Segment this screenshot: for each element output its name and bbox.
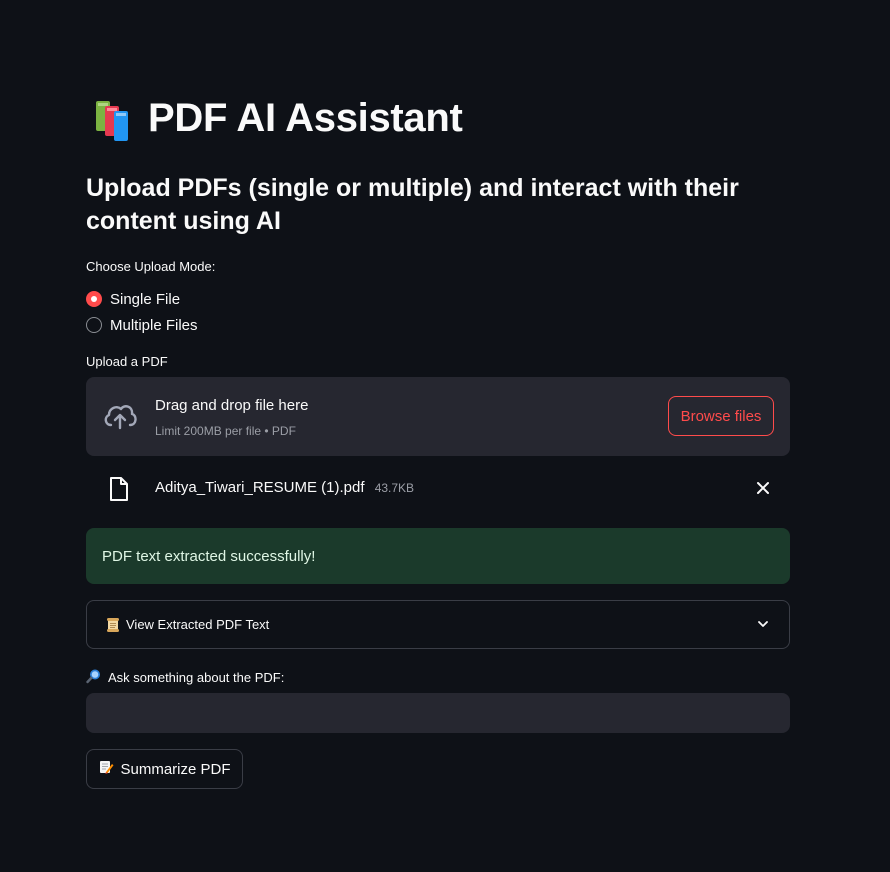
page-subtitle: Upload PDFs (single or multiple) and int… <box>86 174 739 235</box>
expander-label: View Extracted PDF Text <box>126 617 270 632</box>
radio-single-file[interactable]: Single File <box>86 286 198 312</box>
dropzone-hint: Limit 200MB per file • PDF <box>155 424 296 438</box>
file-size: 43.7KB <box>374 481 415 495</box>
upload-mode-label: Choose Upload Mode: <box>86 259 216 274</box>
summarize-label: Summarize PDF <box>120 760 231 778</box>
question-label-text: Ask something about the PDF: <box>108 670 285 685</box>
question-input[interactable] <box>86 693 790 733</box>
close-icon[interactable] <box>754 479 772 497</box>
radio-multiple-files[interactable]: Multiple Files <box>86 312 198 338</box>
radio-label: Multiple Files <box>110 316 198 334</box>
file-icon <box>108 476 130 502</box>
summarize-button[interactable]: Summarize PDF <box>86 749 243 789</box>
scroll-emoji-icon <box>105 617 121 633</box>
radio-label: Single File <box>110 290 181 308</box>
browse-files-button[interactable]: Browse files <box>668 396 774 436</box>
uploaded-file-name: Aditya_Tiwari_RESUME (1).pdf 43.7KB <box>155 479 414 496</box>
uploader-label: Upload a PDF <box>86 354 168 369</box>
dropzone-title: Drag and drop file here <box>155 397 309 414</box>
memo-emoji-icon <box>98 759 114 779</box>
chevron-down-icon <box>756 617 770 631</box>
success-alert: PDF text extracted successfully! <box>86 528 790 584</box>
uploaded-file-row: Aditya_Tiwari_RESUME (1).pdf 43.7KB <box>86 472 790 504</box>
cloud-upload-icon <box>102 400 138 432</box>
magnifier-emoji-icon <box>86 668 102 687</box>
title-text: PDF AI Assistant <box>148 96 463 140</box>
radio-checked-indicator[interactable] <box>86 291 102 307</box>
upload-mode-radio-group: Single File Multiple Files <box>86 286 198 338</box>
books-emoji-icon <box>94 97 134 141</box>
page-title: PDF AI Assistant <box>94 96 463 141</box>
file-dropzone[interactable]: Drag and drop file here Limit 200MB per … <box>86 377 790 456</box>
extracted-text-expander[interactable]: View Extracted PDF Text <box>86 600 790 649</box>
radio-unchecked-indicator[interactable] <box>86 317 102 333</box>
file-name-text: Aditya_Tiwari_RESUME (1).pdf <box>155 479 365 496</box>
question-label: Ask something about the PDF: <box>86 668 284 687</box>
